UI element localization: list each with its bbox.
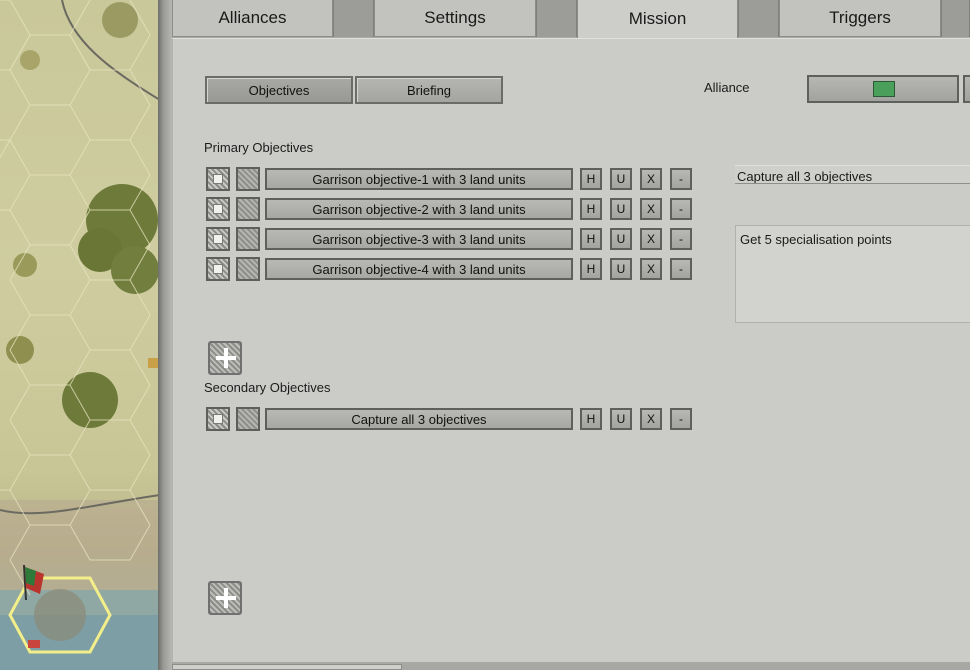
objective-checkbox[interactable] — [206, 227, 230, 251]
objective-marker-icon — [148, 358, 158, 368]
delete-button[interactable]: X — [640, 258, 662, 280]
objective-toggle[interactable] — [236, 197, 260, 221]
alliance-selector[interactable] — [807, 75, 959, 103]
tab-separator — [536, 0, 577, 37]
add-primary-objective-button[interactable] — [208, 341, 242, 375]
tab-settings[interactable]: Settings — [374, 0, 536, 37]
collapse-button[interactable]: - — [670, 408, 692, 430]
objective-description-field[interactable]: Get 5 specialisation points — [735, 225, 970, 323]
tab-alliances[interactable]: Alliances — [172, 0, 333, 37]
objective-checkbox[interactable] — [206, 167, 230, 191]
unit-button[interactable]: U — [610, 198, 632, 220]
objectives-subtab[interactable]: Objectives — [205, 76, 353, 104]
tab-bar: Alliances Settings Mission Triggers — [172, 0, 970, 38]
delete-button[interactable]: X — [640, 408, 662, 430]
objective-toggle[interactable] — [236, 407, 260, 431]
objective-checkbox[interactable] — [206, 257, 230, 281]
add-secondary-objective-button[interactable] — [208, 581, 242, 615]
primary-objective-4[interactable]: Garrison objective-4 with 3 land units — [265, 258, 573, 280]
primary-objective-2[interactable]: Garrison objective-2 with 3 land units — [265, 198, 573, 220]
unit-button[interactable]: U — [610, 228, 632, 250]
tab-mission[interactable]: Mission — [577, 0, 738, 38]
objective-title-field[interactable]: Capture all 3 objectives — [735, 165, 970, 184]
collapse-button[interactable]: - — [670, 258, 692, 280]
secondary-objective-1[interactable]: Capture all 3 objectives — [265, 408, 573, 430]
objective-toggle[interactable] — [236, 257, 260, 281]
hidden-toggle-button[interactable]: H — [580, 168, 602, 190]
alliance-color-swatch — [873, 81, 895, 97]
tab-separator — [941, 0, 970, 37]
alliance-next-button[interactable] — [963, 75, 970, 103]
panel-frame — [158, 0, 172, 670]
mission-content: Objectives Briefing Alliance Primary Obj… — [172, 38, 970, 662]
alliance-label: Alliance — [704, 80, 750, 95]
tab-separator — [333, 0, 374, 37]
hidden-toggle-button[interactable]: H — [580, 258, 602, 280]
hidden-toggle-button[interactable]: H — [580, 198, 602, 220]
primary-objectives-heading: Primary Objectives — [204, 140, 314, 155]
delete-button[interactable]: X — [640, 198, 662, 220]
unit-button[interactable]: U — [610, 168, 632, 190]
hidden-toggle-button[interactable]: H — [580, 228, 602, 250]
bottom-tab[interactable] — [172, 664, 402, 670]
secondary-objectives-heading: Secondary Objectives — [204, 380, 331, 395]
briefing-subtab[interactable]: Briefing — [355, 76, 503, 104]
tab-triggers[interactable]: Triggers — [779, 0, 941, 37]
collapse-button[interactable]: - — [670, 228, 692, 250]
map-view[interactable] — [0, 0, 160, 670]
objective-checkbox[interactable] — [206, 407, 230, 431]
collapse-button[interactable]: - — [670, 198, 692, 220]
objective-toggle[interactable] — [236, 227, 260, 251]
objective-checkbox[interactable] — [206, 197, 230, 221]
delete-button[interactable]: X — [640, 228, 662, 250]
unit-button[interactable]: U — [610, 408, 632, 430]
primary-objective-3[interactable]: Garrison objective-3 with 3 land units — [265, 228, 573, 250]
hex-map — [0, 0, 160, 670]
primary-objective-1[interactable]: Garrison objective-1 with 3 land units — [265, 168, 573, 190]
collapse-button[interactable]: - — [670, 168, 692, 190]
delete-button[interactable]: X — [640, 168, 662, 190]
unit-button[interactable]: U — [610, 258, 632, 280]
editor-panel: Alliances Settings Mission Triggers Obje… — [172, 0, 970, 670]
objective-toggle[interactable] — [236, 167, 260, 191]
unit-marker-icon — [28, 640, 40, 648]
tab-separator — [738, 0, 779, 37]
hidden-toggle-button[interactable]: H — [580, 408, 602, 430]
